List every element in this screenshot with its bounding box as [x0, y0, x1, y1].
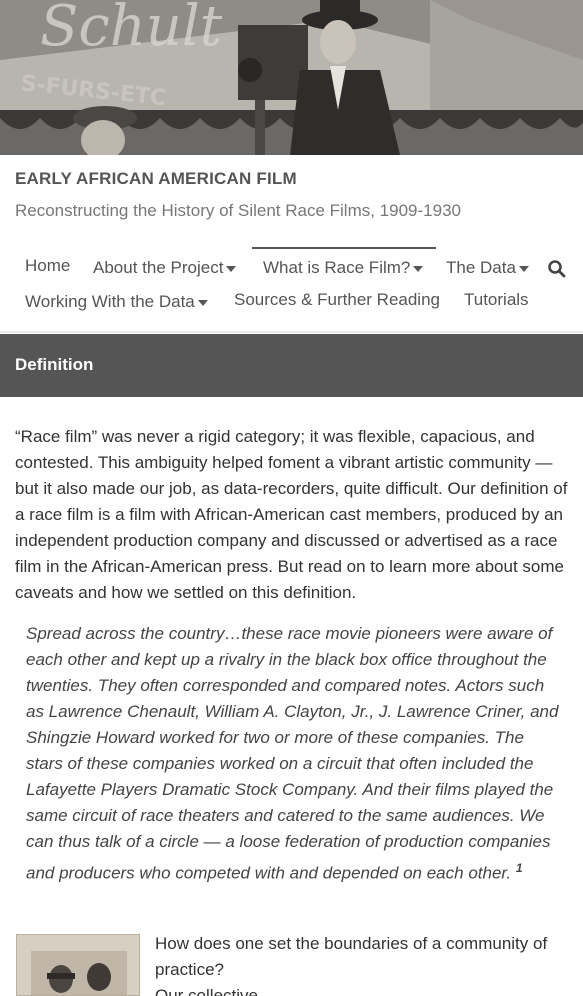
sign-text: Schult [40, 0, 223, 59]
caret-down-icon [518, 266, 529, 272]
nav-item-home[interactable]: Home [25, 256, 70, 276]
site-title[interactable]: EARLY AFRICAN AMERICAN FILM [15, 169, 297, 189]
nav-item-label: Home [25, 256, 71, 275]
nav-divider [0, 331, 583, 333]
nav-item-label: Tutorials [464, 290, 529, 309]
nav-item-sources[interactable]: Sources & Further Reading [234, 290, 440, 310]
quote-text: Spread across the country…these race mov… [26, 624, 559, 883]
nav-item-label: What is Race Film? [263, 258, 411, 277]
search-icon[interactable] [547, 259, 567, 279]
header-photo-illustration: Schult S-FURS-ETC [0, 0, 583, 155]
intro-paragraph: “Race film” was never a rigid category; … [15, 427, 568, 602]
next-paragraph-partial: Our collective… [155, 986, 275, 996]
active-menu-indicator [252, 247, 436, 249]
site-description: Reconstructing the History of Silent Rac… [15, 201, 461, 220]
nav-item-label: About the Project [93, 258, 224, 277]
nav-item-label: The Data [446, 258, 516, 277]
main-navigation: Home About the Project What is Race Film… [0, 245, 583, 333]
caret-down-icon [413, 266, 424, 272]
nav-item-working-with-data[interactable]: Working With the Data [25, 292, 208, 312]
header-photo: Schult S-FURS-ETC [0, 0, 583, 155]
race-film-poster-thumbnail[interactable] [16, 934, 140, 996]
block-quote: Spread across the country…these race mov… [26, 621, 564, 887]
section-title: Definition [15, 355, 94, 374]
nav-item-label: Working With the Data [25, 292, 195, 311]
caret-down-icon [197, 300, 208, 306]
nav-item-the-data[interactable]: The Data [446, 258, 529, 278]
poster-image [17, 935, 139, 995]
caret-down-icon [226, 266, 237, 272]
question-paragraph: How does one set the boundaries of a com… [155, 934, 548, 979]
nav-item-about-project[interactable]: About the Project [93, 258, 237, 278]
nav-item-label: Sources & Further Reading [234, 290, 440, 309]
nav-item-race-film[interactable]: What is Race Film? [263, 258, 424, 278]
footnote-link[interactable]: 1 [516, 861, 523, 875]
nav-item-tutorials[interactable]: Tutorials [464, 290, 529, 310]
